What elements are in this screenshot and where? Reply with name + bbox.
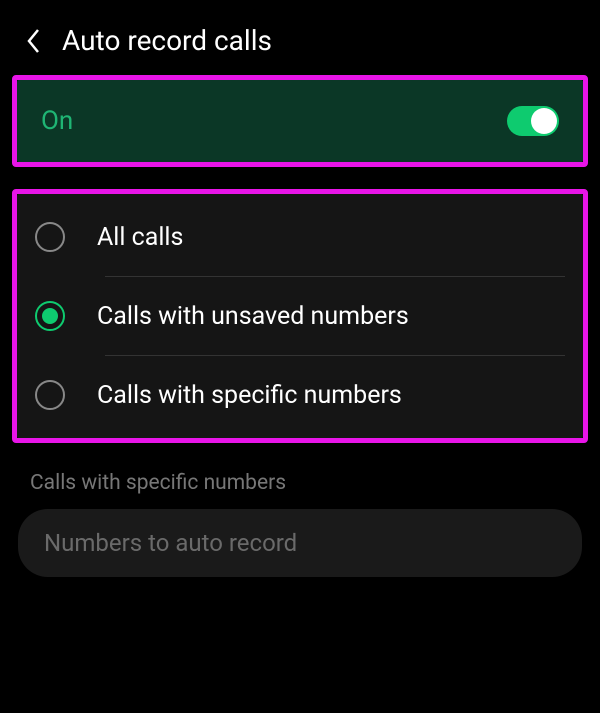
numbers-input[interactable]: Numbers to auto record xyxy=(18,509,582,577)
auto-record-toggle-row[interactable]: On xyxy=(17,80,583,162)
toggle-highlight: On xyxy=(12,75,588,167)
radio-highlight: All calls Calls with unsaved numbers Cal… xyxy=(12,189,588,443)
header: Auto record calls xyxy=(12,14,588,75)
specific-numbers-section-label: Calls with specific numbers xyxy=(12,465,588,509)
radio-circle-icon xyxy=(35,222,65,252)
back-icon[interactable] xyxy=(20,27,48,55)
radio-label: All calls xyxy=(97,223,183,252)
radio-group: All calls Calls with unsaved numbers Cal… xyxy=(17,194,583,438)
radio-label: Calls with specific numbers xyxy=(97,381,402,410)
radio-label: Calls with unsaved numbers xyxy=(97,302,409,331)
radio-option-all-calls[interactable]: All calls xyxy=(17,198,583,276)
input-placeholder: Numbers to auto record xyxy=(44,529,556,557)
toggle-label: On xyxy=(41,106,73,136)
radio-dot-icon xyxy=(42,308,58,324)
radio-option-specific-numbers[interactable]: Calls with specific numbers xyxy=(17,356,583,434)
radio-circle-icon xyxy=(35,301,65,331)
radio-option-unsaved-numbers[interactable]: Calls with unsaved numbers xyxy=(17,277,583,355)
page-title: Auto record calls xyxy=(62,24,272,57)
toggle-switch[interactable] xyxy=(507,106,559,136)
radio-circle-icon xyxy=(35,380,65,410)
toggle-knob xyxy=(531,108,557,134)
